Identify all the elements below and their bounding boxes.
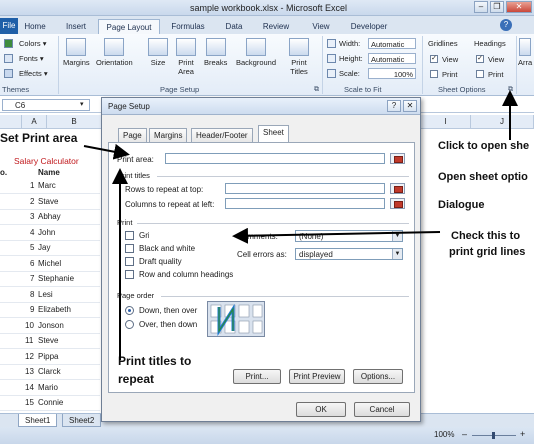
arrow-to-print-area [83, 143, 130, 160]
annotation-arrows [83, 90, 518, 360]
arrow-to-gridlines-checkbox [232, 227, 441, 244]
